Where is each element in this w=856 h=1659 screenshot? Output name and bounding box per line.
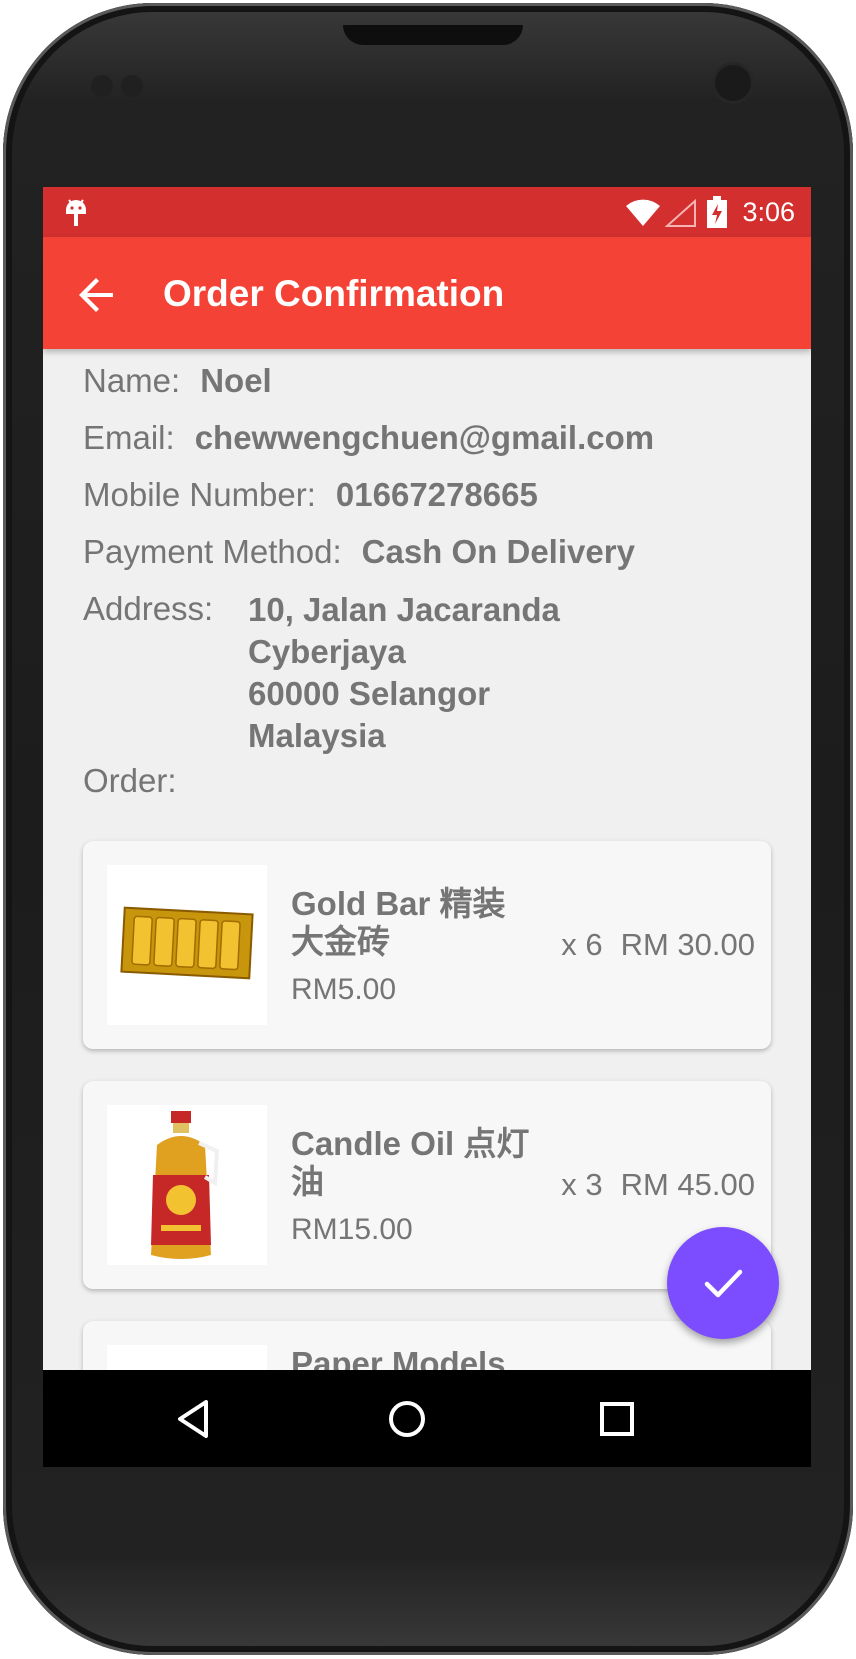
name-label: Name: — [83, 362, 181, 399]
proximity-sensor — [91, 75, 113, 97]
nav-recents-icon[interactable] — [592, 1394, 642, 1444]
android-debug-icon — [66, 199, 86, 226]
item-name-line: Gold Bar 精装 — [291, 885, 506, 922]
item-quantity: x 6 — [561, 927, 603, 962]
address-line: 60000 Selangor — [248, 675, 491, 712]
front-camera — [715, 65, 751, 101]
mobile-value: 01667278665 — [335, 476, 538, 513]
confirm-order-button[interactable] — [667, 1227, 779, 1339]
address-line: Malaysia — [248, 717, 386, 754]
speaker-grille — [343, 25, 523, 45]
name-value: Noel — [200, 362, 272, 399]
wifi-icon — [626, 199, 660, 226]
item-name: Candle Oil 点灯 油 — [291, 1125, 551, 1201]
payment-value: Cash On Delivery — [361, 533, 635, 570]
battery-charging-icon — [707, 196, 727, 228]
item-quantity: x 3 — [561, 1167, 603, 1202]
address-value: 10, Jalan Jacaranda Cyberjaya 60000 Sela… — [248, 589, 560, 757]
nav-back-icon[interactable] — [170, 1394, 220, 1444]
item-name-line: 大金砖 — [291, 923, 390, 960]
item-total: RM 45.00 — [620, 1167, 755, 1202]
email-row: Email: chewwengchuen@gmail.com — [83, 419, 654, 457]
gold-bar-image — [107, 865, 267, 1025]
mobile-label: Mobile Number: — [83, 476, 316, 513]
system-nav-bar — [43, 1370, 811, 1467]
page-title: Order Confirmation — [163, 273, 505, 314]
status-bar: 3:06 — [43, 187, 811, 237]
light-sensor — [121, 75, 143, 97]
cell-signal-icon — [665, 199, 696, 227]
item-name-line: Candle Oil 点灯 — [291, 1125, 530, 1162]
order-label: Order: — [83, 762, 177, 799]
status-time: 3:06 — [742, 197, 795, 227]
item-name-line: 油 — [291, 1163, 324, 1200]
name-row: Name: Noel — [83, 362, 272, 400]
check-icon — [704, 1269, 743, 1298]
item-unit-price: RM15.00 — [291, 1213, 413, 1246]
item-unit-price: RM5.00 — [291, 973, 397, 1006]
nav-home-icon[interactable] — [382, 1394, 432, 1444]
app-bar: Order Confirmation — [43, 237, 811, 349]
back-arrow-icon[interactable] — [73, 271, 121, 319]
address-line: 10, Jalan Jacaranda — [248, 591, 560, 628]
item-name: Gold Bar 精装 大金砖 — [291, 885, 551, 961]
item-qty-total: x 3 RM 45.00 — [561, 1167, 755, 1203]
candle-oil-image — [107, 1105, 267, 1265]
order-item-card[interactable]: Gold Bar 精装 大金砖 RM5.00 x 6 RM 30.00 — [83, 841, 771, 1049]
payment-row: Payment Method: Cash On Delivery — [83, 533, 635, 571]
address-line: Cyberjaya — [248, 633, 406, 670]
payment-label: Payment Method: — [83, 533, 342, 570]
address-label: Address: — [83, 590, 214, 627]
item-total: RM 30.00 — [620, 927, 755, 962]
email-label: Email: — [83, 419, 175, 456]
item-qty-total: x 6 RM 30.00 — [561, 927, 755, 963]
email-value: chewwengchuen@gmail.com — [194, 419, 655, 456]
screen: 3:06 Order Confirmation Name: Noel Email:… — [43, 187, 811, 1467]
mobile-row: Mobile Number: 01667278665 — [83, 476, 538, 514]
order-item-card[interactable]: Candle Oil 点灯 油 RM15.00 x 3 RM 45.00 — [83, 1081, 771, 1289]
